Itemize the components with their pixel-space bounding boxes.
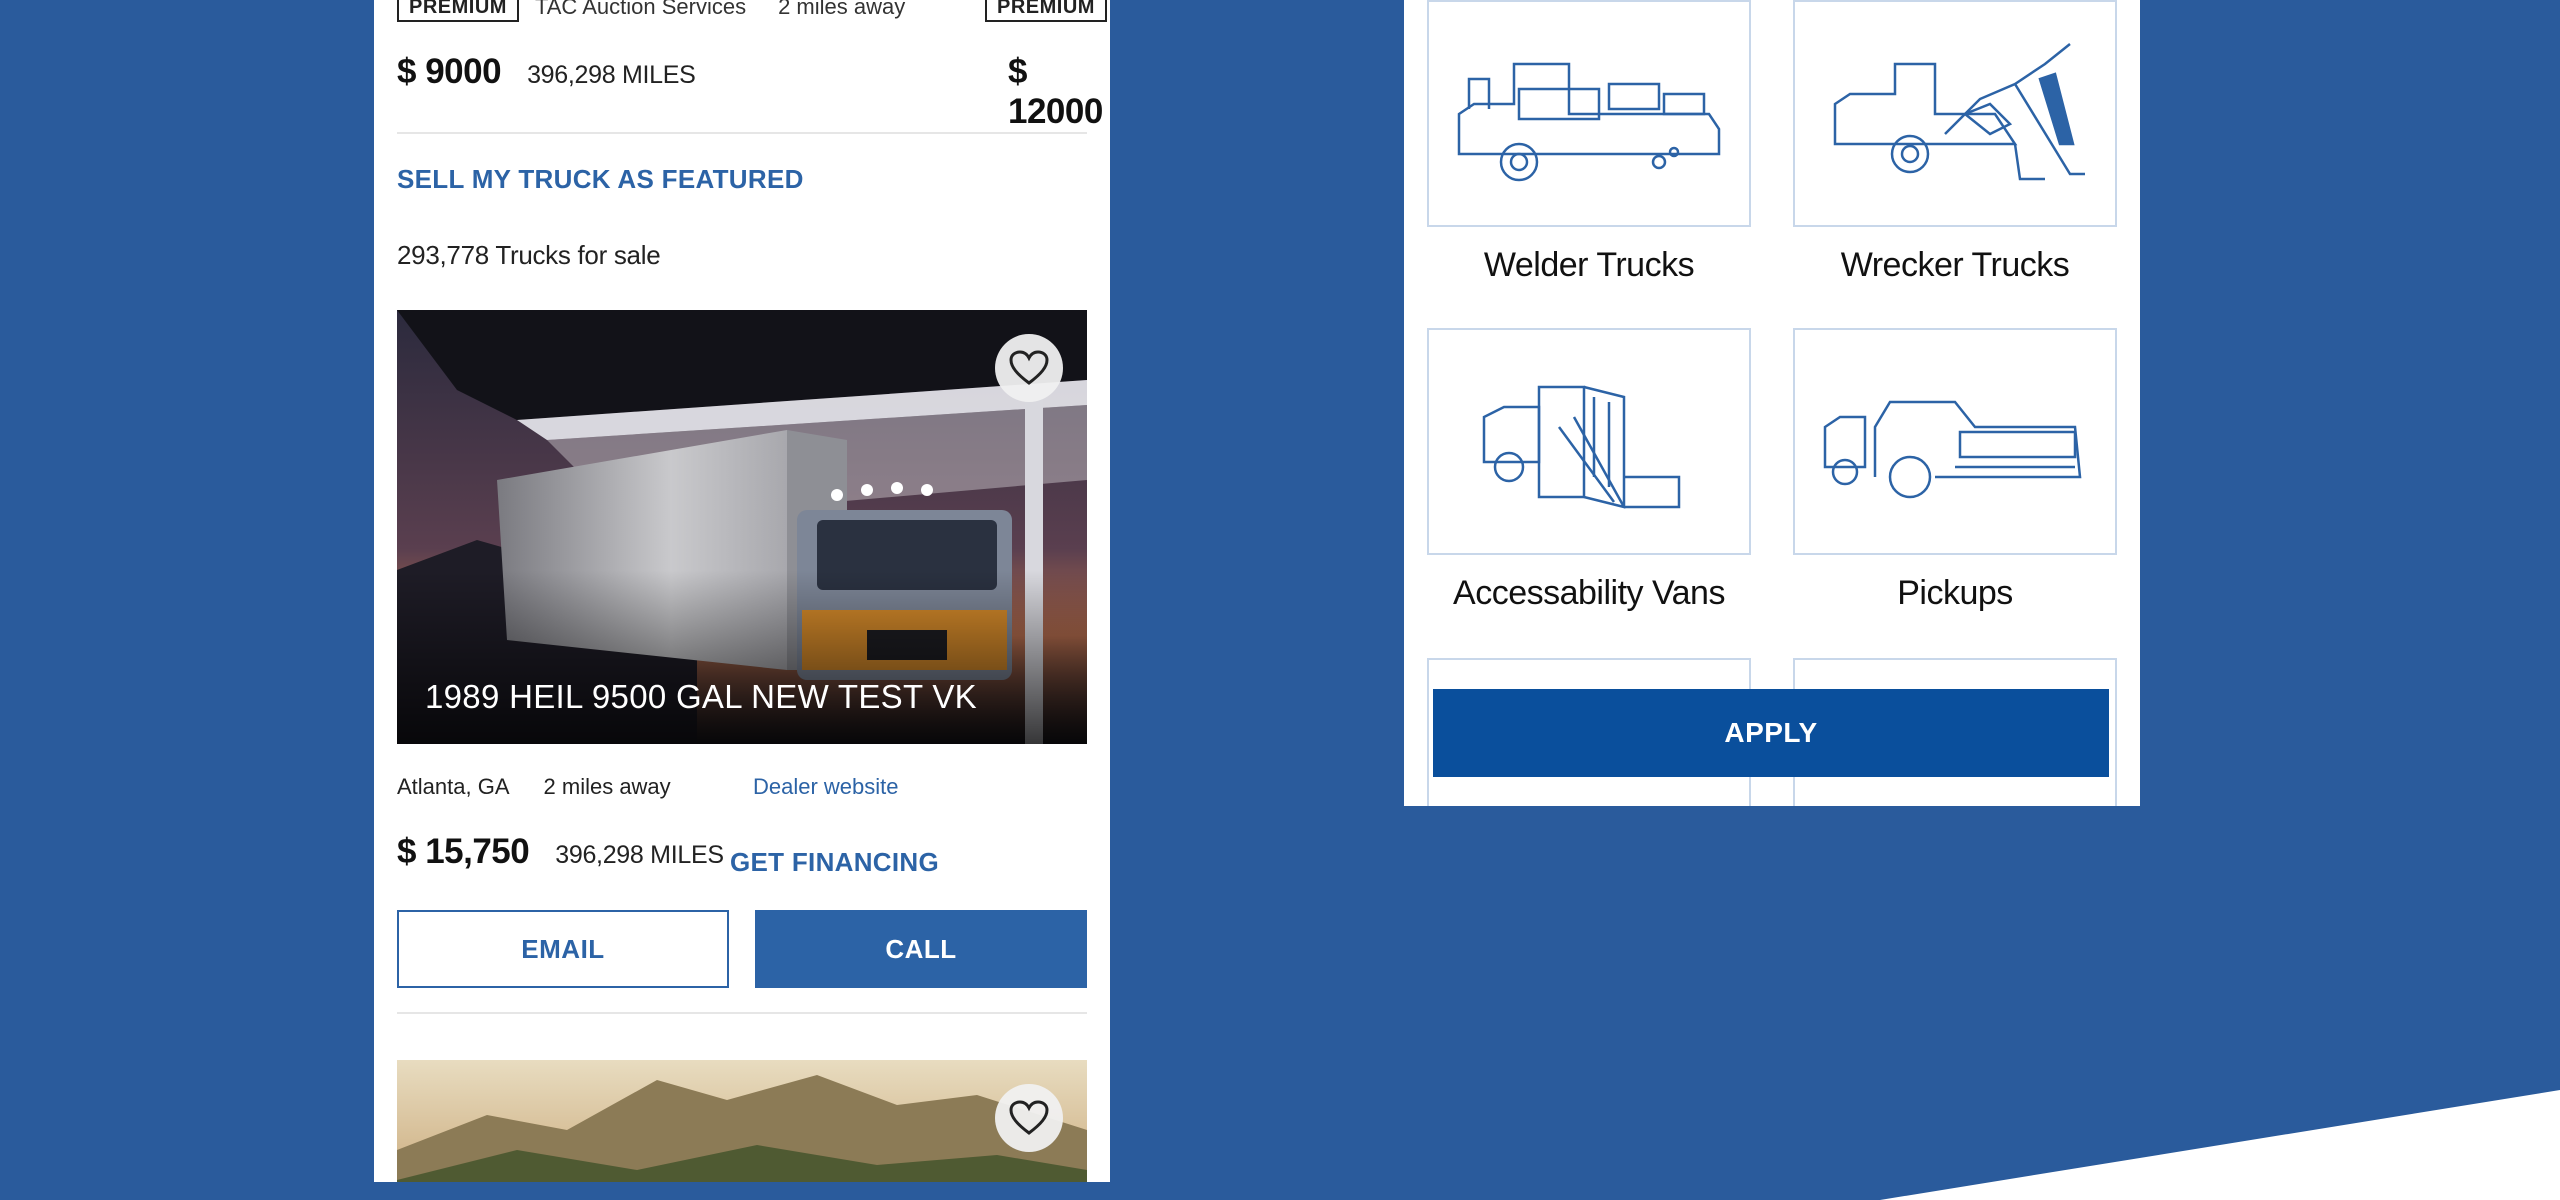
divider [397, 1012, 1087, 1014]
premium-badge: PREMIUM [397, 0, 519, 22]
category-filter-screen: Welder Trucks Wrecker Trucks Accessabili… [1404, 0, 2140, 806]
category-label: Accessability Vans [1453, 574, 1725, 612]
distance: 2 miles away [778, 0, 906, 19]
welder-truck-icon [1457, 62, 1721, 181]
category-label: Pickups [1897, 574, 2013, 612]
distance: 2 miles away [543, 774, 671, 799]
stage: PREMIUM TAC Auction Services 2 miles awa… [0, 0, 2560, 1200]
category-label: Welder Trucks [1483, 246, 1695, 284]
listing-image[interactable]: 1989 HEIL 9500 GAL NEW TEST VK [397, 310, 1087, 744]
premium-badge-next: PREMIUM [985, 0, 1107, 22]
price-next: $ 12000 [1008, 52, 1103, 131]
price: $ 15,750 [397, 832, 530, 871]
heart-icon [1009, 1100, 1049, 1135]
email-button[interactable]: EMAIL [397, 910, 729, 988]
sell-truck-featured-link[interactable]: SELL MY TRUCK AS FEATURED [397, 164, 1087, 195]
background-wedge [1880, 1090, 2560, 1200]
apply-button[interactable]: APPLY [1433, 689, 2109, 777]
pickup-truck-icon [1823, 400, 2082, 498]
category-tile-pickups[interactable] [1793, 328, 2117, 555]
wrecker-truck-icon [1833, 42, 2085, 180]
category-tile-accessability-vans[interactable] [1427, 328, 1751, 555]
prev-listing-price-row: $ 9000 396,298 MILES [397, 52, 1087, 102]
favorite-button[interactable] [995, 1084, 1063, 1152]
heart-icon [1009, 350, 1049, 385]
divider [397, 132, 1087, 134]
price: $ 9000 [397, 52, 502, 91]
mileage: 396,298 MILES [555, 841, 724, 869]
dealer-name: TAC Auction Services [534, 0, 747, 19]
category-tile-wrecker-trucks[interactable] [1793, 0, 2117, 227]
landscape-photo [397, 1060, 1087, 1182]
mileage: 396,298 MILES [527, 61, 696, 89]
favorite-button[interactable] [995, 334, 1063, 402]
call-button[interactable]: CALL [755, 910, 1087, 988]
prev-listing-meta: PREMIUM TAC Auction Services 2 miles awa… [397, 0, 1087, 22]
category-label: Wrecker Trucks [1840, 246, 2070, 284]
listing-image[interactable] [397, 1060, 1087, 1182]
accessibility-van-icon [1482, 385, 1681, 509]
results-count: 293,778 Trucks for sale [397, 240, 661, 270]
location: Atlanta, GA [397, 774, 510, 799]
listing-screen: PREMIUM TAC Auction Services 2 miles awa… [374, 0, 1110, 1182]
get-financing-link[interactable]: GET FINANCING [730, 847, 939, 878]
category-tile-welder-trucks[interactable] [1427, 0, 1751, 227]
listing-title[interactable]: 1989 HEIL 9500 GAL NEW TEST VK [425, 678, 977, 716]
listing-meta: Atlanta, GA 2 miles away Dealer website [397, 772, 1087, 802]
dealer-website-link[interactable]: Dealer website [753, 774, 899, 800]
